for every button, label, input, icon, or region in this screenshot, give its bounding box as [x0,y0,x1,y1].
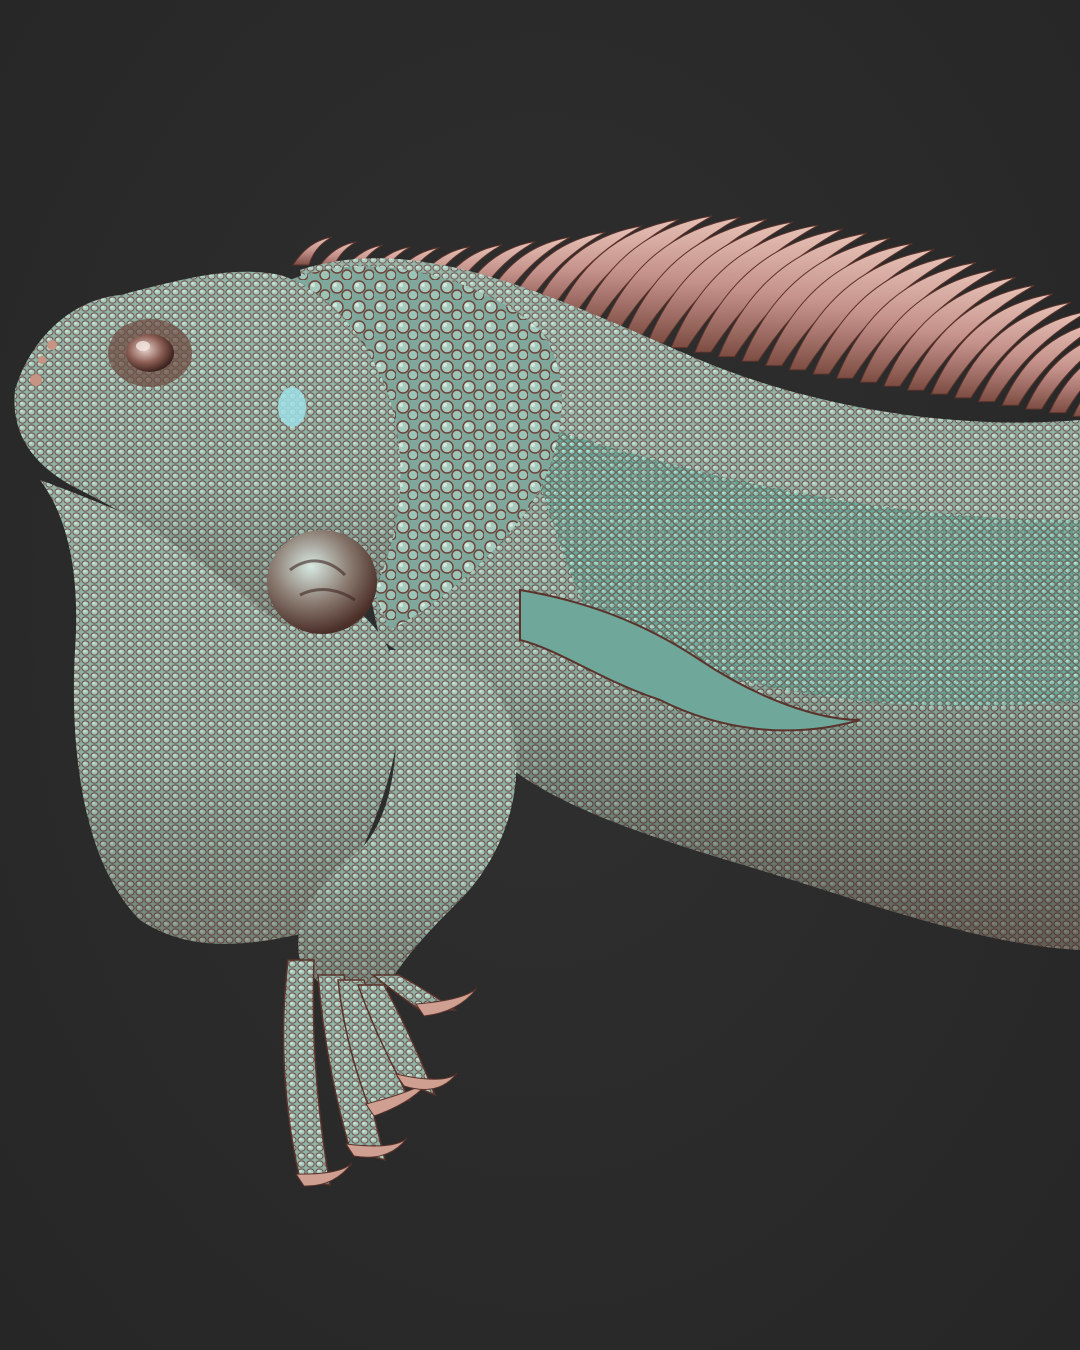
iguana-render [14,215,1080,1187]
render-viewport [0,0,1080,1350]
tympanum [278,387,306,427]
front-foot [282,959,478,1187]
subtympanic-shield [267,530,377,634]
iguana-eye [108,319,192,387]
